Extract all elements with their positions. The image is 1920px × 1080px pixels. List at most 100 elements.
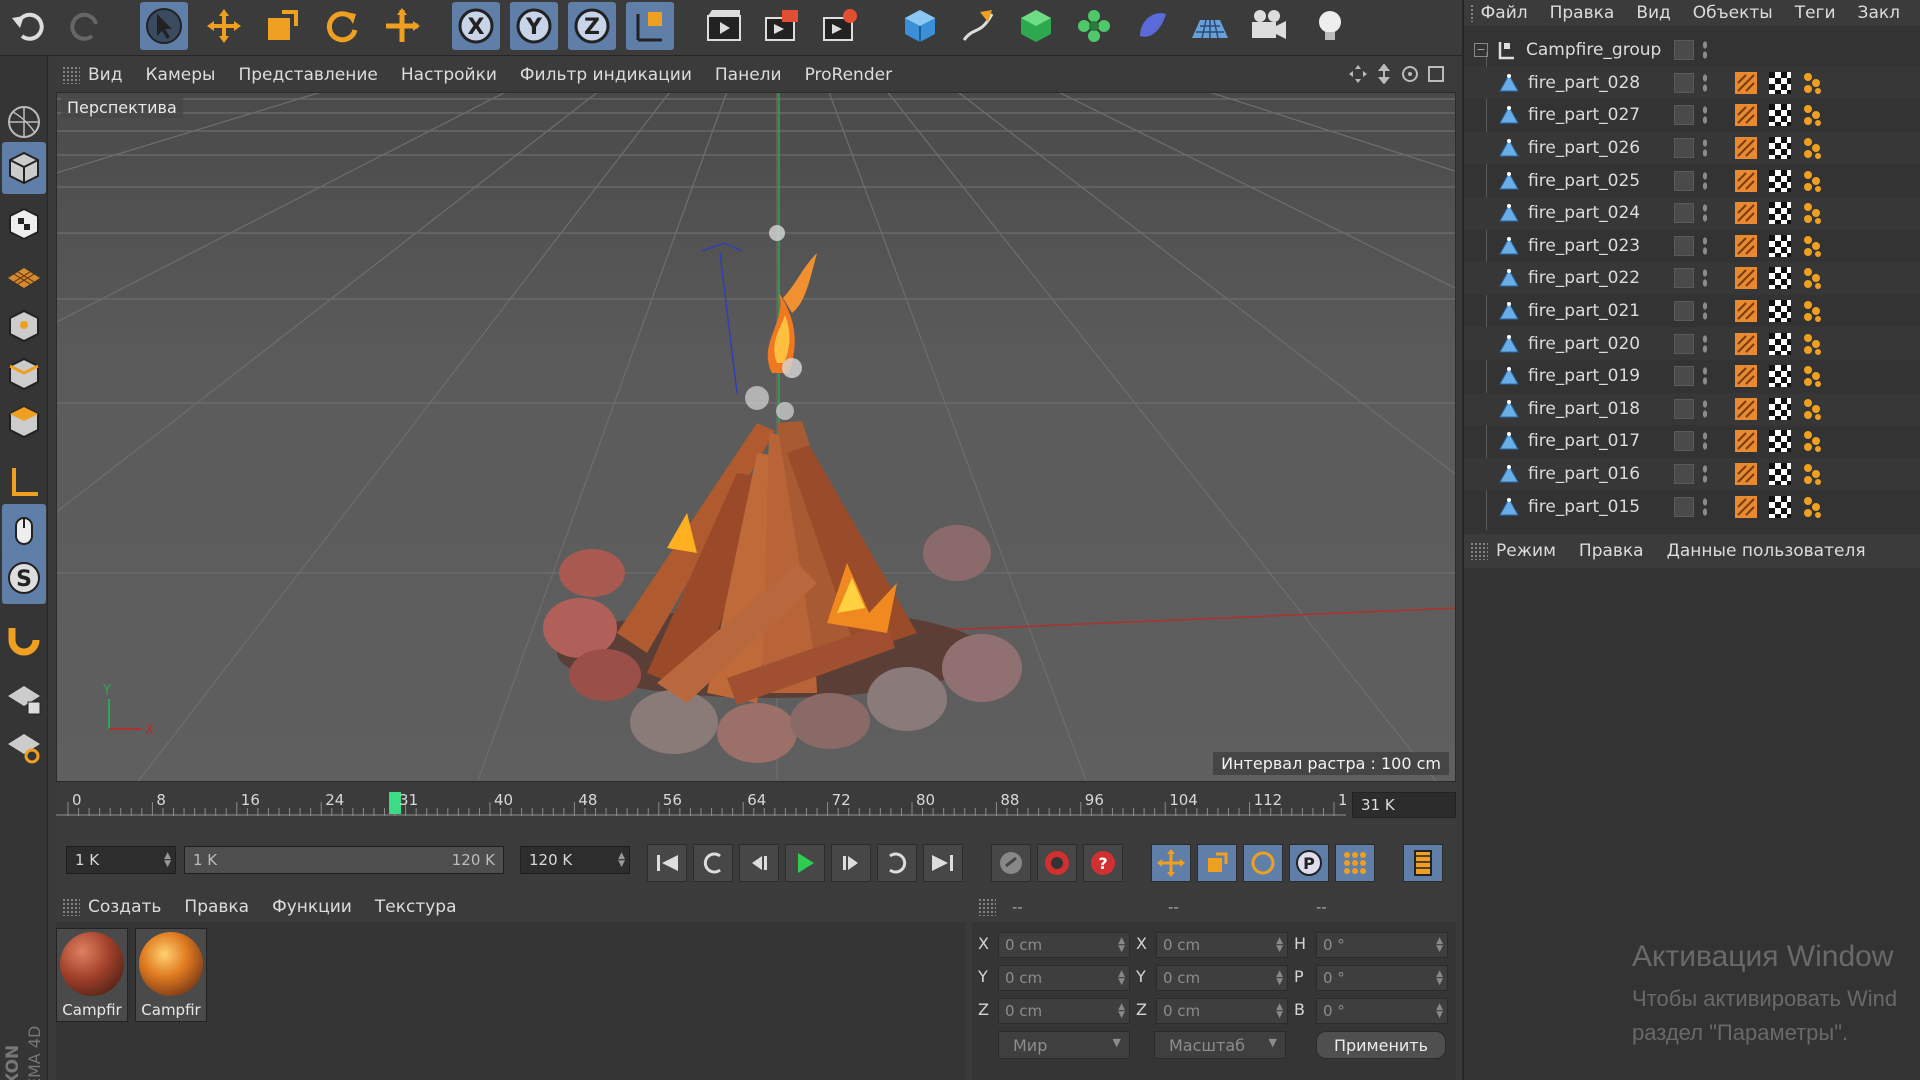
material-item[interactable]: Campfir	[135, 928, 207, 1022]
phong-tag-icon[interactable]	[1800, 103, 1824, 127]
grid-rotate-icon[interactable]	[2, 720, 46, 772]
scale-icon[interactable]	[258, 2, 306, 50]
texture-checker-tag-icon[interactable]	[1768, 169, 1792, 193]
current-frame-field[interactable]: 31 K	[1352, 792, 1456, 818]
material-tag-icon[interactable]	[1734, 169, 1758, 193]
rot-b-field[interactable]: 0 ° ▲ ▼	[1316, 998, 1448, 1024]
object-row[interactable]: fire_part_023	[1464, 230, 1920, 263]
texture-checker-tag-icon[interactable]	[1768, 266, 1792, 290]
dolly-icon[interactable]	[1374, 63, 1394, 85]
menu-panel[interactable]: Панели	[715, 65, 782, 85]
texture-checker-tag-icon[interactable]	[1768, 429, 1792, 453]
make-editable-icon[interactable]	[2, 96, 46, 148]
render-settings-icon[interactable]	[816, 2, 864, 50]
pen-spline-icon[interactable]	[954, 2, 1002, 50]
phong-tag-icon[interactable]	[1800, 234, 1824, 258]
visibility-toggle[interactable]	[1674, 40, 1694, 61]
object-row[interactable]: fire_part_021	[1464, 295, 1920, 328]
rot-p-field[interactable]: 0 ° ▲ ▼	[1316, 965, 1448, 991]
visibility-toggle[interactable]	[1674, 496, 1694, 517]
menu-tags[interactable]: Теги	[1795, 3, 1836, 23]
light-icon[interactable]	[1306, 2, 1354, 50]
model-mode-icon[interactable]	[2, 142, 46, 194]
editor-render-dots[interactable]	[1702, 138, 1708, 159]
menu-user-data[interactable]: Данные пользователя	[1667, 541, 1866, 561]
next-frame-button[interactable]	[831, 844, 871, 882]
timeline-ruler[interactable]: 0 8 16 24 31 40 48 56 64 72 80 88 96 104 112 120 31 K	[56, 786, 1456, 828]
phong-tag-icon[interactable]	[1800, 462, 1824, 486]
editor-render-dots[interactable]	[1702, 40, 1708, 61]
size-x-field[interactable]: 0 cm ▲ ▼	[1156, 932, 1288, 958]
workplane-icon[interactable]	[2, 252, 46, 304]
grip-handle[interactable]	[1470, 4, 1473, 22]
texture-checker-tag-icon[interactable]	[1768, 103, 1792, 127]
move-plus-icon[interactable]	[378, 2, 426, 50]
redo-icon[interactable]	[62, 2, 110, 50]
visibility-toggle[interactable]	[1674, 268, 1694, 289]
visibility-toggle[interactable]	[1674, 431, 1694, 452]
menu-view[interactable]: Вид	[88, 65, 122, 85]
texture-checker-tag-icon[interactable]	[1768, 462, 1792, 486]
prev-key-button[interactable]	[693, 844, 733, 882]
object-row[interactable]: fire_part_018	[1464, 392, 1920, 426]
editor-render-dots[interactable]	[1702, 72, 1708, 93]
material-tag-icon[interactable]	[1734, 136, 1758, 160]
play-button[interactable]	[785, 844, 825, 882]
visibility-toggle[interactable]	[1674, 333, 1694, 354]
visibility-toggle[interactable]	[1674, 301, 1694, 322]
visibility-toggle[interactable]	[1674, 464, 1694, 485]
phong-tag-icon[interactable]	[1800, 201, 1824, 225]
object-row[interactable]: fire_part_027	[1464, 99, 1920, 132]
material-tag-icon[interactable]	[1734, 495, 1758, 519]
visibility-toggle[interactable]	[1674, 235, 1694, 256]
prev-frame-button[interactable]	[739, 844, 779, 882]
menu-prorender[interactable]: ProRender	[805, 65, 893, 85]
keyframe-selection-button[interactable]: ?	[1083, 844, 1123, 882]
menu-functions[interactable]: Функции	[272, 897, 352, 917]
object-row[interactable]: fire_part_022	[1464, 262, 1920, 295]
object-row[interactable]: fire_part_016	[1464, 457, 1920, 491]
editor-render-dots[interactable]	[1702, 105, 1708, 126]
magnet-icon[interactable]	[2, 612, 46, 664]
render-region-icon[interactable]	[758, 2, 806, 50]
rotate-icon[interactable]	[318, 2, 366, 50]
editor-render-dots[interactable]	[1702, 464, 1708, 485]
pan-icon[interactable]	[1348, 64, 1368, 84]
key-scale-button[interactable]	[1197, 844, 1237, 882]
object-row[interactable]: fire_part_015	[1464, 490, 1920, 523]
editor-render-dots[interactable]	[1702, 431, 1708, 452]
go-to-start-button[interactable]	[647, 844, 687, 882]
object-row[interactable]: fire_part_025	[1464, 164, 1920, 197]
material-tag-icon[interactable]	[1734, 234, 1758, 258]
size-y-field[interactable]: 0 cm ▲ ▼	[1156, 965, 1288, 991]
texture-checker-tag-icon[interactable]	[1768, 397, 1792, 421]
editor-render-dots[interactable]	[1702, 333, 1708, 354]
object-row[interactable]: fire_part_019	[1464, 360, 1920, 393]
menu-objects[interactable]: Объекты	[1693, 3, 1773, 23]
texture-checker-tag-icon[interactable]	[1768, 136, 1792, 160]
editor-render-dots[interactable]	[1702, 301, 1708, 322]
cloner-icon[interactable]	[1070, 2, 1118, 50]
visibility-toggle[interactable]	[1674, 203, 1694, 224]
phong-tag-icon[interactable]	[1800, 397, 1824, 421]
record-active-button[interactable]	[991, 844, 1031, 882]
visibility-toggle[interactable]	[1674, 398, 1694, 419]
pos-x-field[interactable]: 0 cm ▲ ▼	[998, 932, 1130, 958]
move-icon[interactable]	[200, 2, 248, 50]
editor-render-dots[interactable]	[1702, 496, 1708, 517]
material-tag-icon[interactable]	[1734, 429, 1758, 453]
phong-tag-icon[interactable]	[1800, 136, 1824, 160]
cube-icon[interactable]	[896, 2, 944, 50]
phong-tag-icon[interactable]	[1800, 495, 1824, 519]
size-mode-dropdown[interactable]: Масштаб ▼	[1154, 1031, 1286, 1059]
editor-render-dots[interactable]	[1702, 398, 1708, 419]
rot-h-field[interactable]: 0 ° ▲ ▼	[1316, 932, 1448, 958]
menu-edit[interactable]: Правка	[184, 897, 249, 917]
render-view-icon[interactable]	[700, 2, 748, 50]
menu-cameras[interactable]: Камеры	[145, 65, 215, 85]
phong-tag-icon[interactable]	[1800, 299, 1824, 323]
key-position-button[interactable]	[1151, 844, 1191, 882]
texture-checker-tag-icon[interactable]	[1768, 201, 1792, 225]
edges-mode-icon[interactable]	[2, 348, 46, 400]
material-tag-icon[interactable]	[1734, 266, 1758, 290]
